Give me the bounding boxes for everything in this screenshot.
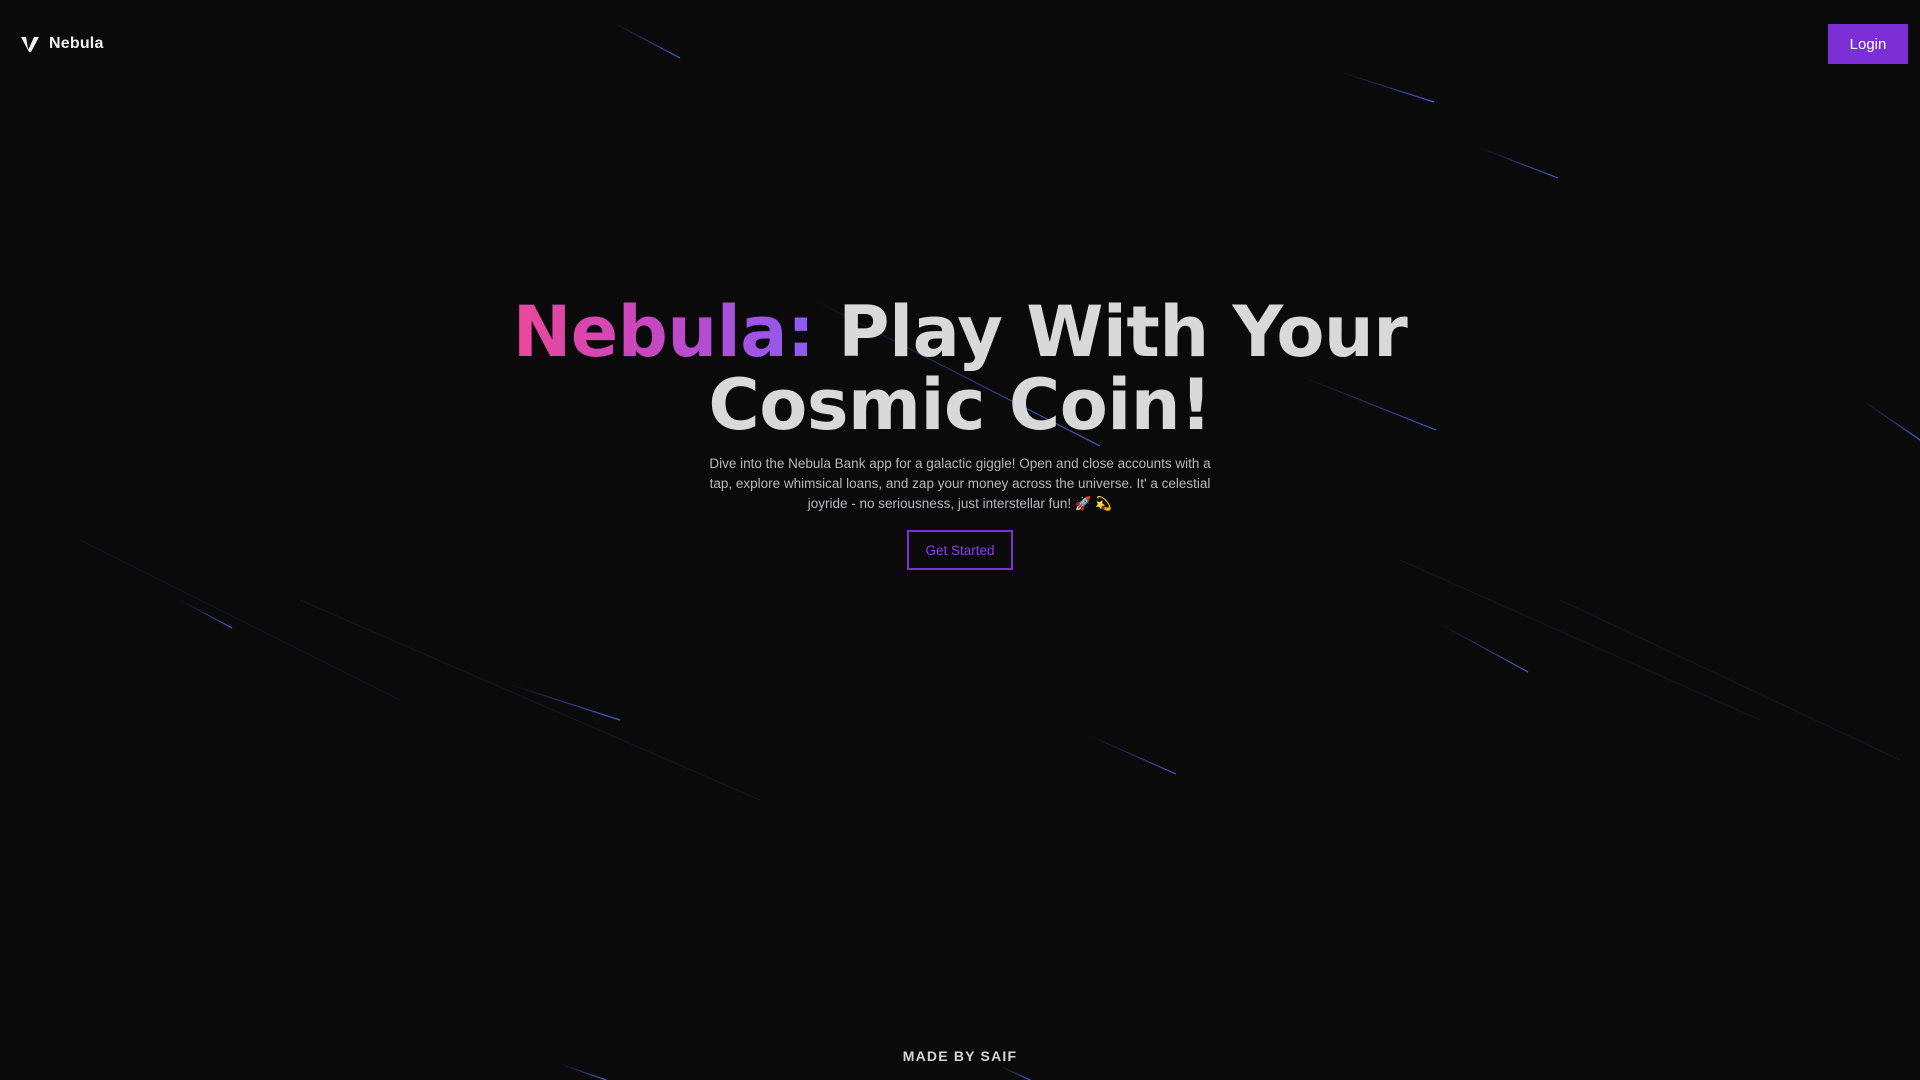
hero-title: Nebula: Play With Your Cosmic Coin!	[510, 296, 1410, 442]
hero-description: Dive into the Nebula Bank app for a gala…	[709, 456, 1211, 511]
landing-page: Nebula Login Nebula: Play With Your Cosm…	[0, 0, 1920, 1080]
brand[interactable]: Nebula	[20, 34, 104, 54]
brand-name: Nebula	[49, 35, 104, 52]
v-logo-icon	[21, 37, 39, 52]
hero-title-rest: Play With Your Cosmic Coin!	[708, 291, 1408, 446]
hero-section: Nebula: Play With Your Cosmic Coin! Dive…	[0, 296, 1920, 570]
get-started-button[interactable]: Get Started	[907, 530, 1013, 570]
top-nav: Nebula Login	[0, 0, 1920, 88]
login-button[interactable]: Login	[1828, 24, 1908, 64]
footer-credit: MADE BY SAIF	[902, 1048, 1018, 1064]
hero-title-highlight: Nebula:	[512, 291, 815, 373]
